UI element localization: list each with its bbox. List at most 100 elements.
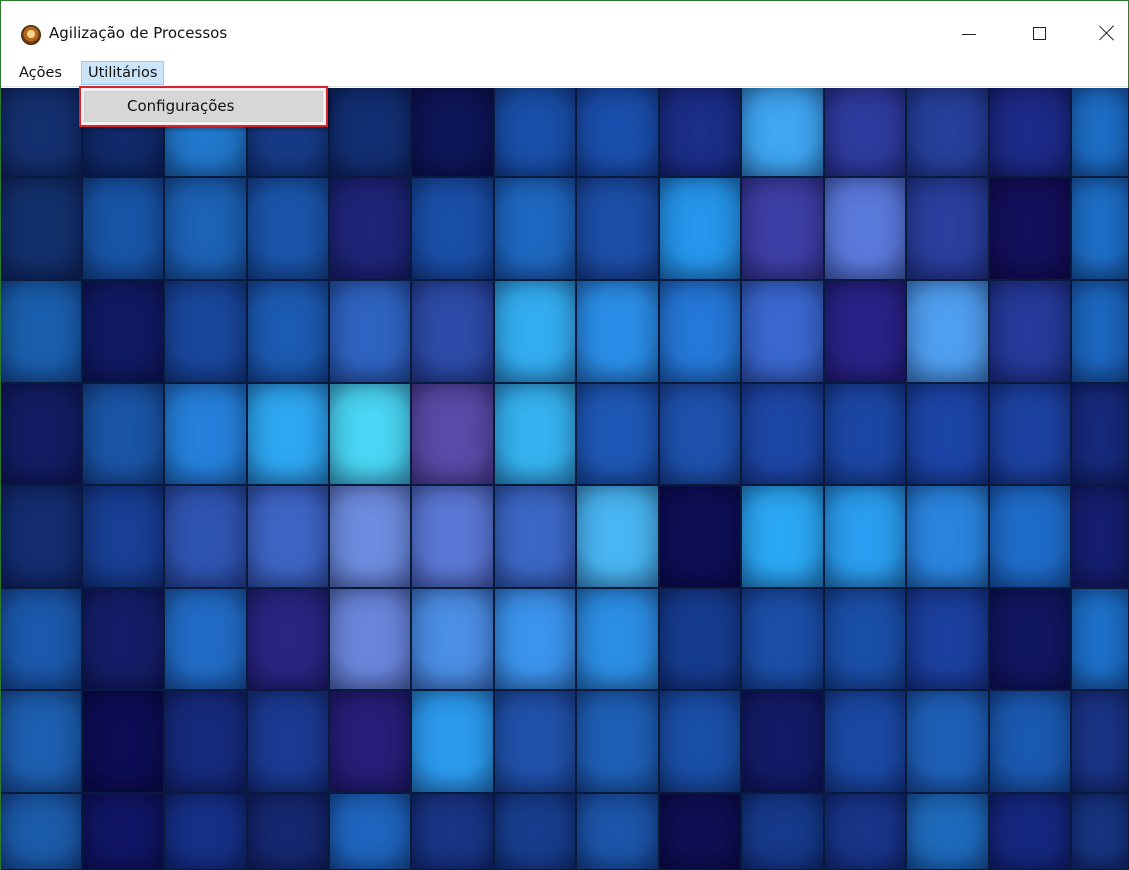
background-tile bbox=[330, 178, 412, 281]
background-tile bbox=[825, 88, 907, 178]
background-tile bbox=[660, 281, 742, 384]
background-tile bbox=[907, 794, 990, 870]
background-tile bbox=[412, 486, 495, 589]
background-tile bbox=[495, 486, 577, 589]
close-button[interactable] bbox=[1084, 15, 1129, 51]
background-tile bbox=[825, 691, 907, 794]
menu-item-configuracoes[interactable]: Configurações bbox=[84, 91, 323, 122]
background-tile bbox=[825, 178, 907, 281]
app-window: Agilização de Processos Ações Utilitário… bbox=[0, 0, 1129, 870]
background-tile bbox=[742, 178, 825, 281]
background-tile bbox=[330, 794, 412, 870]
background-tile bbox=[248, 281, 330, 384]
background-tile bbox=[1072, 178, 1129, 281]
tile-grid bbox=[1, 88, 1129, 870]
background-tile bbox=[660, 384, 742, 486]
background-tile bbox=[825, 281, 907, 384]
background-tile bbox=[990, 88, 1072, 178]
background-tile bbox=[330, 281, 412, 384]
maximize-icon bbox=[1032, 26, 1046, 40]
menu-bar: Ações Utilitários bbox=[1, 59, 1128, 87]
minimize-button[interactable] bbox=[946, 15, 992, 51]
background-tile bbox=[412, 691, 495, 794]
background-tile bbox=[907, 281, 990, 384]
background-tile bbox=[1, 88, 83, 178]
background-tile bbox=[495, 178, 577, 281]
maximize-button[interactable] bbox=[1016, 15, 1062, 51]
minimize-icon bbox=[962, 33, 976, 35]
background-tile bbox=[907, 589, 990, 691]
background-tile bbox=[248, 178, 330, 281]
menu-utilitarios[interactable]: Utilitários bbox=[81, 61, 165, 85]
background-tile bbox=[412, 589, 495, 691]
background-tile bbox=[660, 178, 742, 281]
menu-acoes[interactable]: Ações bbox=[13, 61, 68, 85]
background-tile bbox=[742, 486, 825, 589]
background-tile bbox=[825, 589, 907, 691]
background-tile bbox=[990, 486, 1072, 589]
utilitarios-dropdown: Configurações bbox=[79, 86, 328, 127]
background-tile bbox=[660, 486, 742, 589]
background-tile bbox=[1072, 794, 1129, 870]
background-tile bbox=[83, 178, 165, 281]
background-tile bbox=[990, 589, 1072, 691]
background-tile bbox=[165, 178, 248, 281]
background-tile bbox=[330, 88, 412, 178]
background-tile bbox=[495, 384, 577, 486]
background-tile bbox=[495, 589, 577, 691]
background-tile bbox=[1, 794, 83, 870]
background-tile bbox=[412, 794, 495, 870]
background-tile bbox=[825, 794, 907, 870]
background-tile bbox=[165, 281, 248, 384]
background-tile bbox=[495, 88, 577, 178]
background-tile bbox=[907, 88, 990, 178]
background-tile bbox=[907, 691, 990, 794]
background-tile bbox=[742, 88, 825, 178]
background-tile bbox=[165, 384, 248, 486]
background-tile bbox=[165, 691, 248, 794]
background-tile bbox=[1072, 384, 1129, 486]
background-tile bbox=[83, 281, 165, 384]
background-tile bbox=[907, 486, 990, 589]
title-bar[interactable]: Agilização de Processos bbox=[1, 1, 1128, 59]
close-icon bbox=[1099, 25, 1115, 41]
background-tile bbox=[577, 178, 660, 281]
background-tile bbox=[412, 178, 495, 281]
background-tile bbox=[660, 589, 742, 691]
background-tile bbox=[1072, 281, 1129, 384]
background-tile bbox=[330, 486, 412, 589]
background-tile bbox=[825, 486, 907, 589]
background-tile bbox=[83, 486, 165, 589]
background-tile bbox=[495, 691, 577, 794]
background-tile bbox=[1, 486, 83, 589]
background-tile bbox=[577, 794, 660, 870]
background-tile bbox=[990, 178, 1072, 281]
background-tile bbox=[990, 794, 1072, 870]
background-tile bbox=[248, 486, 330, 589]
background-tile bbox=[990, 384, 1072, 486]
background-tile bbox=[742, 384, 825, 486]
background-tile bbox=[990, 691, 1072, 794]
background-tile bbox=[577, 589, 660, 691]
background-tile bbox=[660, 88, 742, 178]
background-tile bbox=[1072, 88, 1129, 178]
background-tile bbox=[83, 691, 165, 794]
background-tile bbox=[742, 794, 825, 870]
background-tile bbox=[330, 589, 412, 691]
background-tile bbox=[83, 794, 165, 870]
background-tile bbox=[248, 384, 330, 486]
background-tile bbox=[495, 281, 577, 384]
background-tile bbox=[1, 589, 83, 691]
background-tile bbox=[165, 589, 248, 691]
background-tile bbox=[825, 384, 907, 486]
background-tiles bbox=[1, 88, 1129, 870]
background-tile bbox=[1, 281, 83, 384]
background-tile bbox=[412, 384, 495, 486]
background-tile bbox=[660, 794, 742, 870]
background-tile bbox=[248, 589, 330, 691]
background-tile bbox=[907, 178, 990, 281]
app-logo-icon[interactable] bbox=[21, 25, 41, 45]
background-tile bbox=[330, 691, 412, 794]
background-tile bbox=[577, 281, 660, 384]
background-tile bbox=[1, 691, 83, 794]
